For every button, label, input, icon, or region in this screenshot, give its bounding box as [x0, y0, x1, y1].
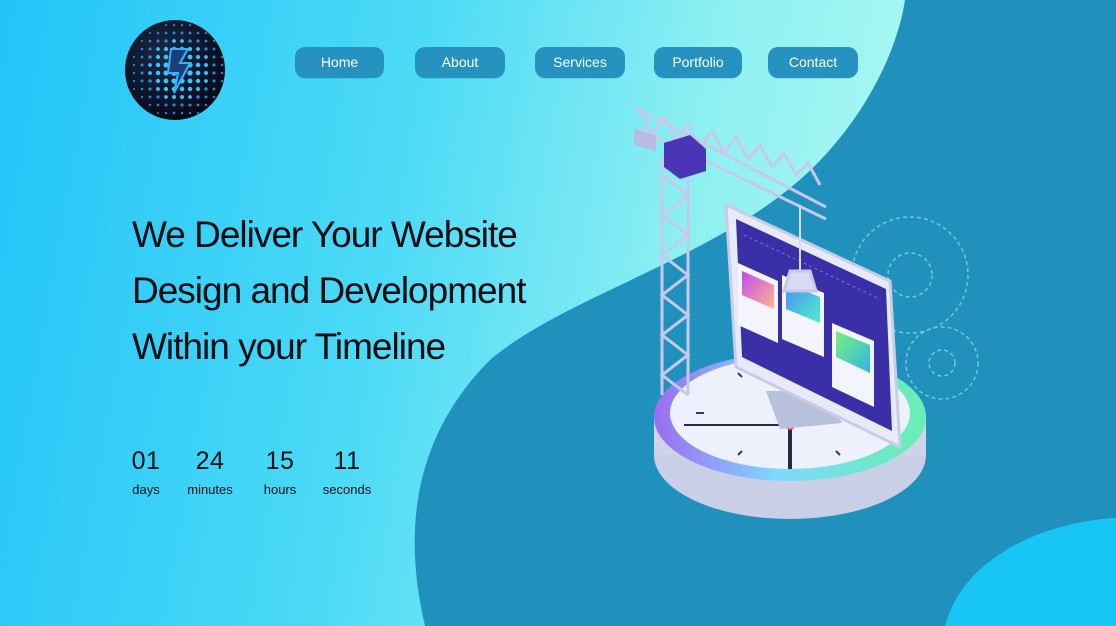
nav-services-button[interactable]: Services: [535, 47, 625, 78]
days-label: days: [132, 482, 160, 497]
minutes-label: minutes: [187, 482, 233, 497]
hero-headline: We Deliver Your Website Design and Devel…: [132, 207, 602, 375]
countdown-days: 01 days: [126, 445, 166, 499]
countdown-hours: 15 hours: [258, 445, 302, 499]
top-navigation: Home About Services Portfolio Contact: [0, 47, 1116, 78]
countdown-minutes: 24 minutes: [180, 445, 240, 499]
nav-contact-button[interactable]: Contact: [768, 47, 858, 78]
nav-home-button[interactable]: Home: [295, 47, 384, 78]
countdown-seconds: 11 seconds: [318, 445, 376, 499]
nav-about-button[interactable]: About: [415, 47, 505, 78]
website-construction-illustration: [633, 105, 979, 519]
headline-line-2: Design and Development: [132, 270, 526, 311]
headline-line-3: Within your Timeline: [132, 326, 446, 367]
nav-portfolio-button[interactable]: Portfolio: [654, 47, 742, 78]
minutes-value: 24: [195, 447, 225, 475]
hours-value: 15: [265, 447, 295, 475]
days-value: 01: [131, 447, 161, 475]
seconds-value: 11: [333, 447, 361, 475]
landing-page: Home About Services Portfolio Contact We…: [0, 0, 1116, 626]
hours-label: hours: [263, 482, 297, 497]
seconds-label: seconds: [322, 482, 372, 497]
headline-line-1: We Deliver Your Website: [132, 214, 518, 255]
